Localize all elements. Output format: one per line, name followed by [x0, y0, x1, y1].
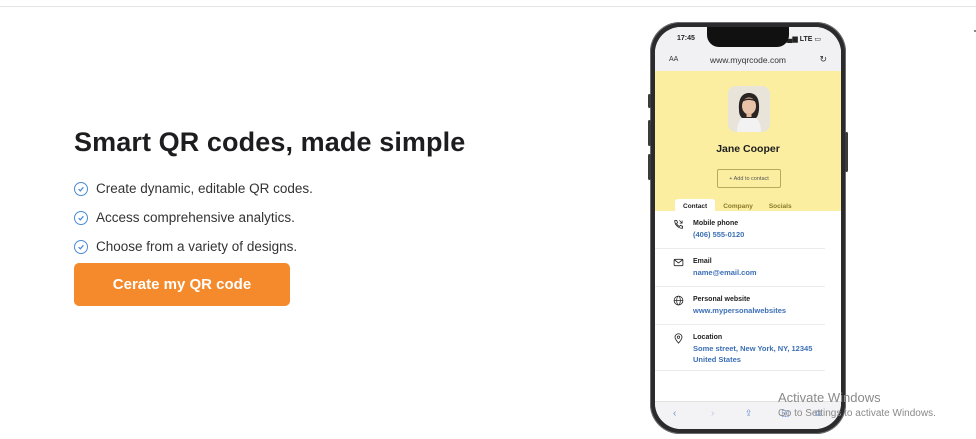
avatar: [728, 86, 770, 132]
list-item[interactable]: Personal website www.mypersonalwebsites: [655, 287, 825, 325]
mail-icon: [673, 258, 684, 267]
battery-icon: ▭: [814, 36, 821, 43]
url-text[interactable]: www.myqrcode.com: [655, 55, 841, 65]
feature-item: Create dynamic, editable QR codes.: [74, 174, 594, 203]
feature-list: Create dynamic, editable QR codes. Acces…: [74, 174, 594, 261]
contact-value[interactable]: (406) 555-0120: [693, 229, 825, 240]
phone-screen: 17:45 ▂▄▆ LTE ▭ AA www.myqrcode.com ↻ Ja…: [655, 27, 841, 429]
create-qr-code-button[interactable]: Cerate my QR code: [74, 263, 290, 306]
phone-side-button: [648, 120, 651, 146]
watermark-subtitle: Go to Settings to activate Windows.: [778, 408, 936, 419]
network-label: LTE: [799, 36, 813, 43]
contact-card: Jane Cooper + Add to contact Contact Com…: [655, 71, 841, 215]
contact-value[interactable]: www.mypersonalwebsites: [693, 305, 825, 316]
forward-icon[interactable]: ›: [711, 408, 714, 419]
phone-notch: [707, 27, 789, 47]
phone-side-button: [845, 132, 848, 172]
phone-side-button: [648, 154, 651, 180]
check-circle-icon: [74, 210, 88, 225]
contact-label: Mobile phone: [693, 220, 739, 227]
contact-value[interactable]: name@email.com: [693, 267, 825, 278]
header-divider: [0, 6, 976, 7]
feature-item: Access comprehensive analytics.: [74, 203, 594, 232]
contact-value[interactable]: Some street, New York, NY, 12345 United …: [693, 343, 825, 365]
check-circle-icon: [74, 239, 88, 254]
list-item[interactable]: Email name@email.com: [655, 249, 825, 287]
contact-label: Location: [693, 334, 723, 341]
phone-mockup: 17:45 ▂▄▆ LTE ▭ AA www.myqrcode.com ↻ Ja…: [648, 22, 848, 434]
reload-icon[interactable]: ↻: [819, 54, 827, 65]
contact-list: Mobile phone (406) 555-0120 Email name@e…: [655, 211, 841, 371]
phone-icon: [674, 219, 684, 229]
feature-item: Choose from a variety of designs.: [74, 232, 594, 261]
location-pin-icon: [674, 333, 683, 344]
phone-side-button: [648, 94, 651, 108]
add-to-contact-button[interactable]: + Add to contact: [717, 169, 781, 188]
status-time: 17:45: [677, 35, 695, 42]
share-icon[interactable]: ⇪: [745, 408, 753, 419]
feature-text: Access comprehensive analytics.: [96, 210, 295, 225]
list-item[interactable]: Mobile phone (406) 555-0120: [655, 211, 825, 249]
globe-icon: [673, 295, 684, 306]
browser-url-bar[interactable]: AA www.myqrcode.com ↻: [655, 49, 841, 71]
contact-name: Jane Cooper: [716, 143, 780, 155]
hero-section: Smart QR codes, made simple Create dynam…: [74, 126, 594, 306]
list-item[interactable]: Location Some street, New York, NY, 1234…: [655, 325, 825, 371]
activate-windows-watermark: Activate Windows Go to Settings to activ…: [778, 390, 936, 421]
hero-title: Smart QR codes, made simple: [74, 127, 466, 157]
contact-label: Email: [693, 258, 712, 265]
feature-text: Create dynamic, editable QR codes.: [96, 181, 313, 196]
feature-text: Choose from a variety of designs.: [96, 239, 298, 254]
watermark-title: Activate Windows: [778, 390, 881, 405]
back-icon[interactable]: ‹: [673, 408, 676, 419]
contact-label: Personal website: [693, 296, 751, 303]
check-circle-icon: [74, 181, 88, 196]
